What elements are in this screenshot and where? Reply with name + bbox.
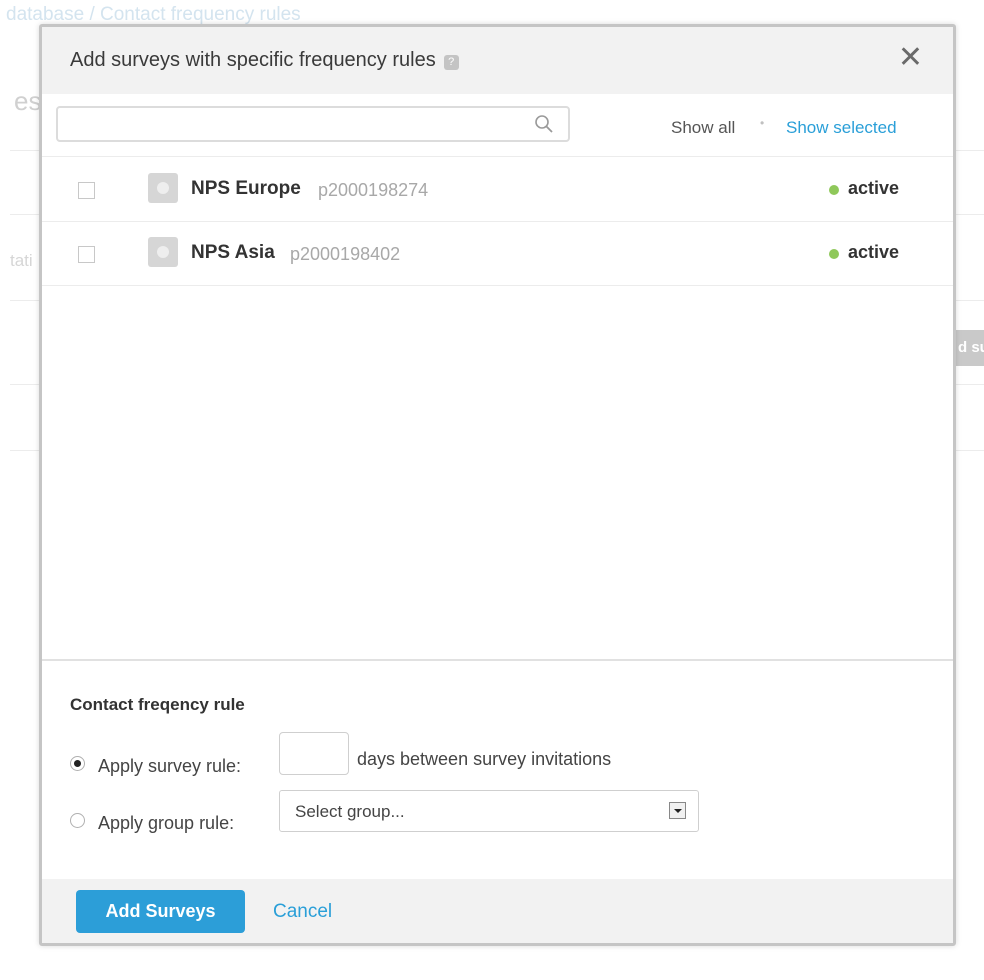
survey-id: p2000198402 [290,244,401,264]
background-breadcrumb: database / Contact frequency rules [6,4,301,25]
group-rule-label: Apply group rule: [98,813,235,833]
modal-header: Add surveys with specific frequency rule… [42,27,953,94]
group-rule-radio[interactable] [70,813,85,828]
group-select[interactable]: Select group... [279,790,699,832]
cancel-link[interactable]: Cancel [273,901,332,923]
question-icon[interactable]: ? [443,55,459,70]
days-label: days between survey invitations [357,749,612,769]
add-surveys-button[interactable]: Add Surveys [76,890,245,933]
background-label: tati [10,251,33,270]
status-badge: active [848,178,900,198]
search-bar: Show all • Show selected [42,94,953,157]
survey-rule-radio[interactable] [70,756,85,771]
modal-footer: Add Surveys Cancel [42,879,953,943]
search-box [56,106,570,142]
frequency-rule-panel: Contact freqency rule Apply survey rule:… [42,659,953,879]
close-icon[interactable]: ✕ [898,43,923,73]
survey-name: NPS Asia [191,242,275,263]
status-badge: active [848,242,900,262]
modal-title-text: Add surveys with specific frequency rule… [70,49,436,71]
list-item: NPS Europe p2000198274 active [42,158,953,222]
list-item: NPS Asia p2000198402 active [42,222,953,286]
survey-rule-label: Apply survey rule: [98,756,242,776]
survey-checkbox[interactable] [78,182,95,199]
survey-name: NPS Europe [191,178,301,199]
filter-separator: • [760,116,765,130]
show-selected-link[interactable]: Show selected [786,118,897,138]
survey-id: p2000198274 [318,180,429,200]
search-input[interactable] [58,108,528,140]
search-icon[interactable] [534,114,554,134]
show-all-link[interactable]: Show all [671,118,735,138]
chevron-down-icon[interactable] [669,802,686,819]
status-dot-icon [829,249,839,259]
group-select-value: Select group... [295,802,405,821]
add-surveys-modal: Add surveys with specific frequency rule… [39,24,956,946]
rules-heading: Contact freqency rule [70,695,245,714]
survey-icon [148,173,178,203]
background-heading: es [14,86,42,116]
survey-icon [148,237,178,267]
survey-checkbox[interactable] [78,246,95,263]
days-input[interactable] [279,732,349,775]
background-button: d su [952,330,984,366]
modal-title: Add surveys with specific frequency rule… [70,49,459,72]
status-dot-icon [829,185,839,195]
